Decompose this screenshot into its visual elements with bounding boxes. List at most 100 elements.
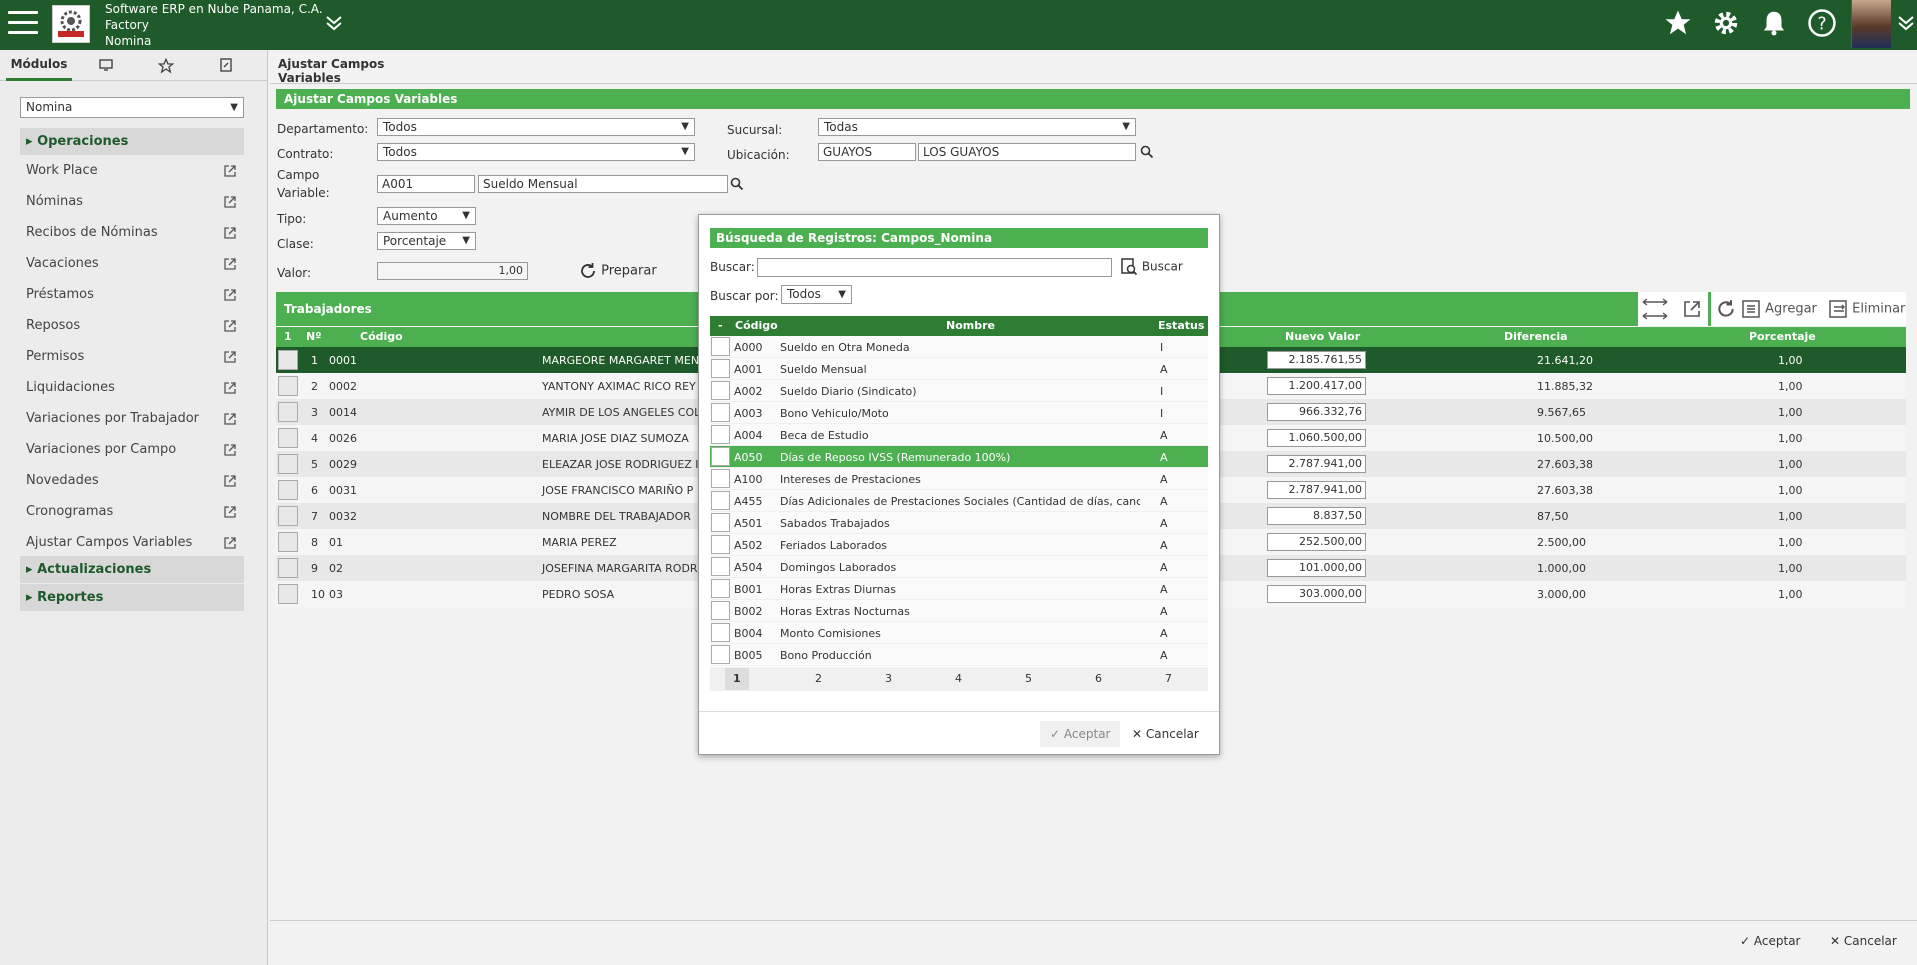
- list-item[interactable]: A100 Intereses de Prestaciones A: [710, 468, 1208, 490]
- page-6-button[interactable]: 6: [1095, 672, 1102, 685]
- external-link-icon[interactable]: [223, 412, 237, 426]
- preparar-button[interactable]: Preparar: [579, 262, 657, 280]
- external-link-icon[interactable]: [1682, 299, 1702, 322]
- external-link-icon[interactable]: [223, 195, 237, 209]
- buscar-button[interactable]: Buscar: [1120, 258, 1183, 276]
- nuevo-valor-input[interactable]: 1.200.417,00: [1267, 377, 1366, 395]
- favorites-star-icon[interactable]: [155, 50, 177, 81]
- list-item[interactable]: B005 Bono Producción A: [710, 644, 1208, 666]
- col-number[interactable]: Nº: [306, 330, 321, 343]
- list-item[interactable]: A002 Sueldo Diario (Sindicato) I: [710, 380, 1208, 402]
- row-checkbox[interactable]: [278, 350, 298, 370]
- sidebar-item[interactable]: Work Place: [26, 161, 244, 181]
- gear-icon[interactable]: [1711, 8, 1741, 38]
- col-diferencia[interactable]: Diferencia: [1504, 330, 1568, 343]
- row-checkbox[interactable]: [711, 491, 730, 510]
- sidebar-item[interactable]: Nóminas: [26, 192, 244, 212]
- sidebar-item[interactable]: Cronogramas: [26, 502, 244, 522]
- row-checkbox[interactable]: [711, 403, 730, 422]
- sidebar-item[interactable]: Préstamos: [26, 285, 244, 305]
- page-1-button[interactable]: 1: [725, 668, 749, 690]
- external-link-icon[interactable]: [223, 164, 237, 178]
- col-nombre[interactable]: Nombre: [946, 319, 995, 332]
- row-checkbox[interactable]: [711, 623, 730, 642]
- list-item[interactable]: A455 Días Adicionales de Prestaciones Soc…: [710, 490, 1208, 512]
- sidebar-item[interactable]: Recibos de Nóminas: [26, 223, 244, 243]
- row-checkbox[interactable]: [278, 584, 298, 604]
- nuevo-valor-input[interactable]: 2.787.941,00: [1267, 455, 1366, 473]
- bell-icon[interactable]: [1759, 8, 1789, 38]
- search-icon[interactable]: [1140, 145, 1154, 162]
- list-item[interactable]: A502 Feriados Laborados A: [710, 534, 1208, 556]
- list-item[interactable]: A003 Bono Vehiculo/Moto I: [710, 402, 1208, 424]
- ubicacion-code-input[interactable]: GUAYOS: [818, 143, 916, 161]
- sidebar-item[interactable]: Reposos: [26, 316, 244, 336]
- nuevo-valor-input[interactable]: 2.787.941,00: [1267, 481, 1366, 499]
- sucursal-select[interactable]: Todas ▼: [818, 118, 1136, 136]
- dialog-aceptar-button[interactable]: ✓ Aceptar: [1040, 721, 1121, 747]
- page-4-button[interactable]: 4: [955, 672, 962, 685]
- sidebar-item[interactable]: Variaciones por Campo: [26, 440, 244, 460]
- row-checkbox[interactable]: [278, 506, 298, 526]
- col-codigo[interactable]: Código: [735, 319, 778, 332]
- list-item[interactable]: A050 Días de Reposo IVSS (Remunerado 100%…: [710, 446, 1208, 468]
- buscar-input[interactable]: [757, 258, 1112, 277]
- nuevo-valor-input[interactable]: 8.837,50: [1267, 507, 1366, 525]
- col-select[interactable]: -: [718, 319, 723, 332]
- nuevo-valor-input[interactable]: 1.060.500,00: [1267, 429, 1366, 447]
- nuevo-valor-input[interactable]: 966.332,76: [1267, 403, 1366, 421]
- aceptar-button[interactable]: ✓ Aceptar: [1740, 928, 1800, 954]
- row-checkbox[interactable]: [711, 645, 730, 664]
- nuevo-valor-input[interactable]: 252.500,00: [1267, 533, 1366, 551]
- list-item[interactable]: A004 Beca de Estudio A: [710, 424, 1208, 446]
- row-checkbox[interactable]: [711, 513, 730, 532]
- campo-code-input[interactable]: A001: [377, 175, 475, 193]
- valor-input[interactable]: 1,00: [377, 262, 528, 280]
- cancelar-button[interactable]: ✕ Cancelar: [1830, 928, 1897, 954]
- sidebar-item[interactable]: Variaciones por Trabajador: [26, 409, 244, 429]
- list-item[interactable]: A501 Sabados Trabajados A: [710, 512, 1208, 534]
- document-icon[interactable]: [215, 50, 237, 81]
- tab-modulos[interactable]: Módulos: [6, 50, 72, 81]
- page-7-button[interactable]: 7: [1165, 672, 1172, 685]
- help-icon[interactable]: ?: [1807, 8, 1837, 38]
- external-link-icon[interactable]: [223, 381, 237, 395]
- col-estatus[interactable]: Estatus: [1158, 319, 1204, 332]
- col-porcentaje[interactable]: Porcentaje: [1749, 330, 1816, 343]
- nuevo-valor-input[interactable]: 101.000,00: [1267, 559, 1366, 577]
- row-checkbox[interactable]: [711, 447, 730, 466]
- dialog-cancelar-button[interactable]: ✕ Cancelar: [1132, 721, 1199, 747]
- row-checkbox[interactable]: [278, 376, 298, 396]
- external-link-icon[interactable]: [223, 288, 237, 302]
- agregar-button[interactable]: Agregar: [1741, 299, 1817, 319]
- row-checkbox[interactable]: [711, 425, 730, 444]
- expand-columns-icon[interactable]: [1640, 295, 1670, 326]
- col-nuevo-valor[interactable]: Nuevo Valor: [1285, 330, 1360, 343]
- row-checkbox[interactable]: [278, 428, 298, 448]
- buscar-por-select[interactable]: Todos ▼: [781, 285, 852, 304]
- row-checkbox[interactable]: [278, 402, 298, 422]
- sidebar-item[interactable]: Vacaciones: [26, 254, 244, 274]
- page-3-button[interactable]: 3: [885, 672, 892, 685]
- campo-name-input[interactable]: Sueldo Mensual: [478, 175, 728, 193]
- row-checkbox[interactable]: [711, 337, 730, 356]
- ubicacion-name-input[interactable]: LOS GUAYOS: [918, 143, 1136, 161]
- chevron-down-icon[interactable]: [1897, 14, 1915, 35]
- row-checkbox[interactable]: [278, 558, 298, 578]
- row-checkbox[interactable]: [278, 454, 298, 474]
- star-icon[interactable]: [1663, 8, 1693, 38]
- row-checkbox[interactable]: [278, 480, 298, 500]
- row-checkbox[interactable]: [278, 532, 298, 552]
- monitor-icon[interactable]: [95, 50, 117, 81]
- external-link-icon[interactable]: [223, 257, 237, 271]
- sidebar-item[interactable]: Ajustar Campos Variables: [26, 533, 244, 553]
- nuevo-valor-input[interactable]: 2.185.761,55: [1267, 351, 1366, 369]
- list-item[interactable]: B001 Horas Extras Diurnas A: [710, 578, 1208, 600]
- external-link-icon[interactable]: [223, 505, 237, 519]
- row-checkbox[interactable]: [711, 381, 730, 400]
- section-operaciones[interactable]: ▸ Operaciones: [20, 128, 244, 155]
- list-item[interactable]: A000 Sueldo en Otra Moneda I: [710, 336, 1208, 358]
- col-codigo[interactable]: Código: [360, 330, 403, 343]
- col-select[interactable]: 1: [284, 330, 292, 343]
- external-link-icon[interactable]: [223, 443, 237, 457]
